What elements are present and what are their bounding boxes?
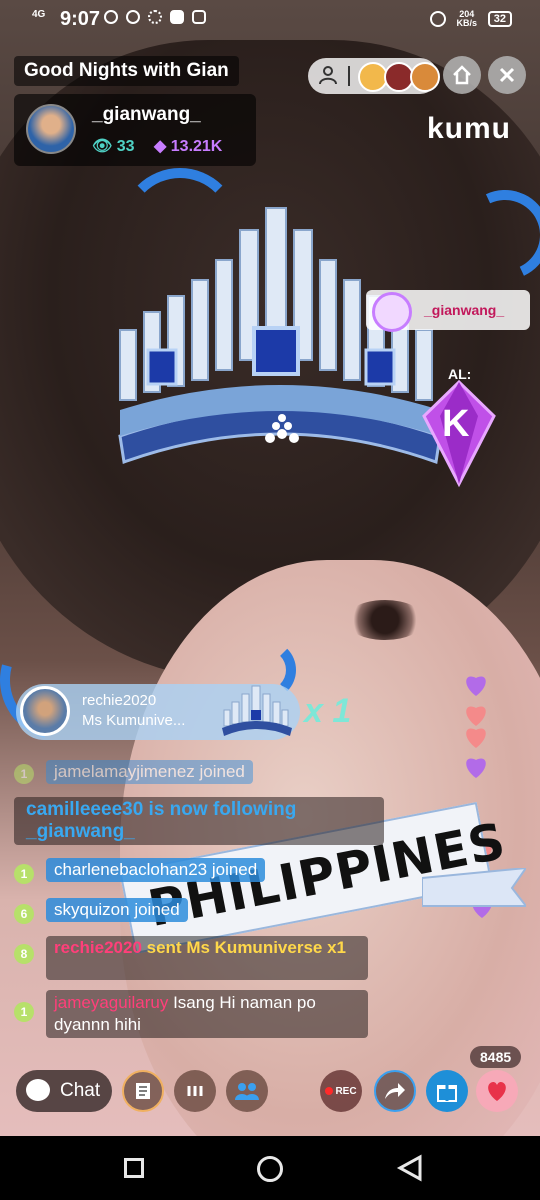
gift-name: Ms Kumunive... bbox=[82, 712, 186, 729]
recipient-name: _gianwang_ bbox=[424, 302, 505, 318]
facebook-icon bbox=[192, 10, 206, 24]
chat-bubble-icon bbox=[26, 1079, 50, 1101]
chat-gift-message: rechie2020 sent Ms Kumuniverse x1 bbox=[46, 936, 368, 980]
eye-icon: 👁 bbox=[92, 138, 113, 155]
record-button[interactable]: REC bbox=[320, 1070, 362, 1112]
chat-row: 1 charlenebaclohan23 joined bbox=[14, 858, 266, 884]
script-button[interactable] bbox=[122, 1070, 164, 1112]
crown-gift-animation bbox=[118, 207, 442, 465]
level-badge: 1 bbox=[14, 764, 34, 784]
viewers-panel[interactable] bbox=[308, 58, 440, 94]
people-icon bbox=[235, 1083, 259, 1100]
gifter-avatar[interactable] bbox=[20, 686, 70, 736]
back-button[interactable] bbox=[396, 1154, 424, 1182]
home-icon bbox=[453, 65, 471, 85]
chat-row: 8 rechie2020 sent Ms Kumuniverse x1 bbox=[14, 936, 368, 980]
kumu-logo: kumu bbox=[427, 112, 512, 145]
gift-multiplier: x 1 bbox=[304, 692, 352, 730]
chat-text: sent Ms Kumuniverse x1 bbox=[146, 938, 346, 957]
level-badge: 1 bbox=[14, 1002, 34, 1022]
notification-icons bbox=[104, 10, 206, 24]
home-nav-button[interactable] bbox=[257, 1156, 283, 1182]
share-icon bbox=[385, 1083, 405, 1099]
clock: 9:07 bbox=[60, 8, 101, 30]
system-nav-bar bbox=[0, 1136, 540, 1200]
network-speed: 204 KB/s bbox=[456, 9, 477, 28]
settings-icon bbox=[148, 10, 162, 24]
share-button[interactable] bbox=[374, 1070, 416, 1112]
gift-icon bbox=[437, 1085, 457, 1102]
viewer-avatar[interactable] bbox=[410, 62, 440, 92]
level-badge: 1 bbox=[14, 864, 34, 884]
chat-message: jameyaguilaruy Isang Hi naman po dyannn … bbox=[46, 990, 368, 1038]
user-icon[interactable] bbox=[318, 65, 338, 85]
video-eye bbox=[345, 600, 425, 640]
scroll-icon bbox=[136, 1083, 150, 1099]
banner-ribbon bbox=[422, 868, 526, 907]
record-label: REC bbox=[335, 1085, 357, 1097]
record-dot-icon bbox=[325, 1087, 334, 1095]
gift-total-value: K bbox=[442, 403, 470, 445]
chat-row: 6 skyquizon joined bbox=[14, 898, 188, 924]
more-options-button[interactable] bbox=[174, 1070, 216, 1112]
guests-button[interactable] bbox=[226, 1070, 268, 1112]
chat-button[interactable]: Chat bbox=[16, 1070, 112, 1112]
alarm-icon bbox=[429, 11, 446, 27]
chat-username[interactable]: rechie2020 bbox=[54, 938, 142, 957]
chat-row: 1 jamelamayjimenez joined bbox=[14, 760, 253, 784]
gift-button[interactable] bbox=[426, 1070, 468, 1112]
close-button[interactable] bbox=[488, 56, 526, 94]
chat-username[interactable]: jameyaguilaruy bbox=[54, 993, 168, 1012]
host-card[interactable]: _gianwang_ 👁 33 ◆ 13.21K bbox=[14, 94, 256, 166]
messenger-icon bbox=[126, 10, 140, 24]
chat-row: 1 jameyaguilaruy Isang Hi naman po dyann… bbox=[14, 990, 368, 1038]
level-badge: 8 bbox=[14, 944, 34, 964]
follow-message: camilleeee30 is now following _gianwang_ bbox=[14, 797, 384, 845]
gem-icon: K bbox=[422, 379, 496, 488]
heart-icon bbox=[488, 1082, 506, 1101]
diamond-count: ◆ 13.21K bbox=[154, 136, 222, 156]
diamond-count-value: 13.21K bbox=[170, 138, 223, 155]
viewer-count: 👁 33 bbox=[92, 136, 135, 156]
top-viewers[interactable] bbox=[358, 62, 440, 92]
recipient-avatar bbox=[372, 292, 412, 332]
like-count: 8485 bbox=[470, 1046, 522, 1068]
more-icon bbox=[187, 1086, 203, 1096]
network-indicator: 4G bbox=[32, 9, 46, 20]
chat-button-label: Chat bbox=[60, 1080, 101, 1101]
recents-button[interactable] bbox=[124, 1158, 144, 1178]
close-icon bbox=[499, 67, 515, 83]
status-bar: 4G 9:07 204 KB/s 32 bbox=[0, 0, 540, 40]
bottom-action-bar: Chat REC bbox=[0, 1066, 540, 1120]
status-right: 204 KB/s 32 bbox=[429, 9, 512, 28]
host-avatar[interactable] bbox=[26, 104, 76, 154]
gifter-name[interactable]: rechie2020 bbox=[82, 692, 156, 709]
home-button[interactable] bbox=[443, 56, 481, 94]
divider bbox=[348, 66, 350, 86]
chat-join-text: charlenebaclohan23 joined bbox=[46, 858, 266, 882]
chat-join-text: jamelamayjimenez joined bbox=[46, 760, 253, 784]
chat-join-text: skyquizon joined bbox=[46, 898, 188, 922]
viewer-count-value: 33 bbox=[116, 138, 135, 155]
host-name[interactable]: _gianwang_ bbox=[92, 104, 201, 126]
gift-recipient-banner: _gianwang_ bbox=[366, 290, 530, 332]
battery-indicator: 32 bbox=[487, 11, 512, 27]
youtube-icon bbox=[170, 10, 184, 24]
level-badge: 6 bbox=[14, 904, 34, 924]
like-button[interactable] bbox=[476, 1070, 518, 1112]
spotify-icon bbox=[104, 10, 118, 24]
stream-title: Good Nights with Gian bbox=[14, 56, 239, 86]
crown-gift-icon bbox=[222, 685, 292, 736]
diamond-icon: ◆ bbox=[154, 138, 167, 155]
